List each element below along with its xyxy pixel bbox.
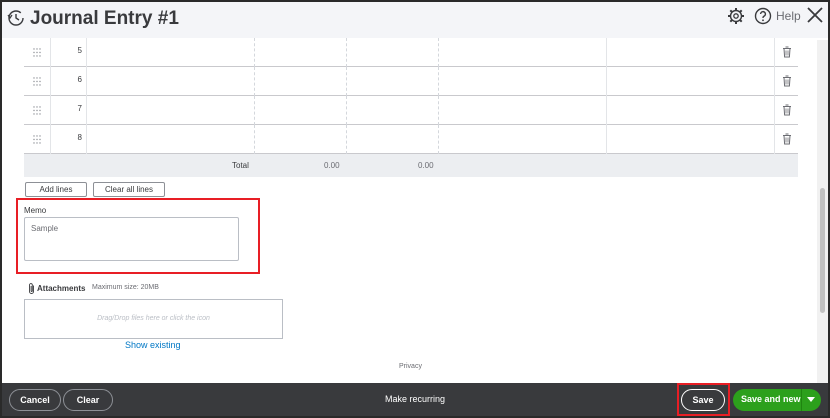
split-divider [801, 389, 802, 411]
column-divider [254, 67, 255, 96]
column-divider [346, 38, 347, 67]
attachments-label: Attachments [37, 284, 86, 293]
column-divider [438, 96, 439, 125]
column-divider [438, 125, 439, 154]
column-divider [346, 96, 347, 125]
table-row[interactable]: 6 [24, 67, 798, 96]
journal-entry-window: Journal Entry #1 Help 5 6 7 8 Total 0.00 0.… [2, 2, 828, 416]
total-debit: 0.00 [324, 161, 340, 170]
column-divider [86, 67, 87, 96]
trash-icon[interactable] [782, 75, 792, 87]
trash-icon[interactable] [782, 46, 792, 58]
column-divider [606, 125, 607, 154]
column-divider [606, 96, 607, 125]
column-divider [606, 38, 607, 67]
table-row[interactable]: 8 [24, 125, 798, 154]
memo-label: Memo [24, 206, 47, 215]
drag-handle-icon[interactable] [33, 106, 41, 115]
drag-handle-icon[interactable] [33, 48, 41, 57]
column-divider [774, 96, 775, 125]
add-lines-button[interactable]: Add lines [25, 182, 87, 197]
save-and-new-button[interactable]: Save and new [733, 389, 821, 411]
show-existing-link[interactable]: Show existing [125, 340, 181, 350]
drag-handle-icon[interactable] [33, 135, 41, 144]
cancel-button[interactable]: Cancel [9, 389, 61, 411]
column-divider [438, 38, 439, 67]
attachment-dropzone[interactable]: Drag/Drop files here or click the icon [24, 299, 283, 339]
column-divider [50, 38, 51, 67]
column-divider [50, 125, 51, 154]
table-row[interactable]: 5 [24, 38, 798, 67]
history-icon[interactable] [7, 9, 25, 27]
column-divider [254, 38, 255, 67]
total-row: Total 0.00 0.00 [24, 154, 798, 177]
help-label[interactable]: Help [776, 9, 801, 23]
save-button[interactable]: Save [681, 389, 725, 411]
paperclip-icon [29, 283, 34, 294]
column-divider [346, 125, 347, 154]
header-bar: Journal Entry #1 Help [2, 2, 828, 38]
make-recurring-link[interactable]: Make recurring [385, 394, 445, 404]
trash-icon[interactable] [782, 133, 792, 145]
column-divider [438, 67, 439, 96]
column-divider [774, 125, 775, 154]
column-divider [86, 96, 87, 125]
memo-value: Sample [31, 224, 59, 233]
clear-button[interactable]: Clear [63, 389, 113, 411]
column-divider [774, 67, 775, 96]
line-number: 5 [77, 46, 82, 55]
help-icon[interactable] [754, 7, 772, 25]
column-divider [606, 67, 607, 96]
save-and-new-label: Save and new [741, 394, 801, 404]
drag-handle-icon[interactable] [33, 77, 41, 86]
column-divider [254, 125, 255, 154]
column-divider [254, 96, 255, 125]
clear-all-lines-button[interactable]: Clear all lines [93, 182, 165, 197]
dropzone-text: Drag/Drop files here or click the icon [97, 315, 210, 322]
trash-icon[interactable] [782, 104, 792, 116]
total-label: Total [232, 161, 249, 170]
column-divider [86, 38, 87, 67]
max-size-note: Maximum size: 20MB [92, 284, 159, 291]
column-divider [774, 38, 775, 67]
scrollbar-thumb[interactable] [820, 188, 825, 313]
table-row[interactable]: 7 [24, 96, 798, 125]
memo-field[interactable]: Sample [24, 217, 239, 261]
page-title: Journal Entry #1 [30, 8, 179, 29]
column-divider [86, 125, 87, 154]
line-number: 6 [77, 75, 82, 84]
vertical-scrollbar[interactable] [817, 40, 828, 383]
close-icon[interactable] [806, 6, 824, 24]
column-divider [50, 96, 51, 125]
line-number: 7 [77, 104, 82, 113]
column-divider [346, 67, 347, 96]
column-divider [50, 67, 51, 96]
gear-icon[interactable] [727, 7, 745, 25]
line-number: 8 [77, 133, 82, 142]
total-credit: 0.00 [418, 161, 434, 170]
footer-bar: Cancel Clear Make recurring Save Save an… [2, 383, 828, 416]
chevron-down-icon[interactable] [807, 397, 815, 403]
privacy-link[interactable]: Privacy [399, 363, 422, 370]
